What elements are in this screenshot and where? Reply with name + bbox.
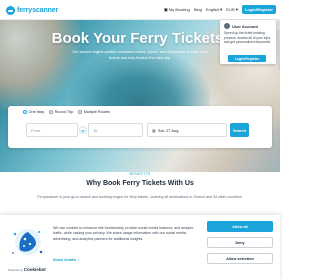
top-nav: ▣ My Booking Blog English ▾ EUR ▾ Login/… bbox=[164, 5, 276, 14]
chevron-down-icon: ▾ bbox=[220, 6, 223, 12]
chevron-down-icon: ▾ bbox=[235, 6, 238, 12]
chevron-right-icon: › bbox=[78, 258, 80, 262]
allow-all-button[interactable]: Allow all bbox=[207, 221, 273, 232]
hero-subtitle: Our search engine quickly compares route… bbox=[72, 50, 208, 60]
calendar-icon: ▦ bbox=[152, 127, 156, 133]
nav-my-booking-label: My Booking bbox=[168, 7, 190, 12]
radio-selected-icon[interactable] bbox=[23, 110, 27, 114]
from-input[interactable]: From bbox=[26, 123, 78, 137]
logo-text: ferryscanner bbox=[17, 6, 59, 14]
user-avatar-icon bbox=[224, 23, 230, 29]
nav-blog[interactable]: Blog bbox=[194, 7, 202, 12]
scrollbar[interactable] bbox=[278, 30, 280, 70]
show-details-link[interactable]: Show details › bbox=[53, 258, 79, 262]
user-account-login-button[interactable]: Login/Register bbox=[228, 55, 266, 62]
trip-type-label: One Way bbox=[28, 110, 45, 114]
site-header: ferryscanner ▣ My Booking Blog English ▾… bbox=[0, 0, 280, 20]
powered-by-cookiebot[interactable]: Powered by Cookiebot bbox=[8, 267, 46, 272]
language-selector[interactable]: English ▾ bbox=[206, 7, 222, 13]
trip-type-multiple-routes[interactable]: Multiple Routes bbox=[78, 110, 110, 114]
trip-type-one-way[interactable]: One Way bbox=[23, 110, 44, 114]
benefits-label: BENEFITS bbox=[129, 172, 151, 176]
user-account-text: Speed up the ticket booking process, acc… bbox=[224, 31, 271, 45]
deny-button[interactable]: Deny bbox=[207, 237, 273, 248]
ticket-icon: ▣ bbox=[163, 6, 168, 12]
radio-icon[interactable] bbox=[49, 110, 54, 114]
currency-label: EUR bbox=[226, 7, 235, 12]
trip-type-label: Multiple Routes bbox=[83, 110, 110, 114]
ferry-logo-icon bbox=[6, 5, 15, 15]
benefits-title: Why Book Ferry Tickets With Us bbox=[86, 180, 194, 187]
logo[interactable]: ferryscanner bbox=[6, 5, 58, 15]
language-label: English bbox=[205, 7, 219, 12]
search-button[interactable]: Search bbox=[230, 123, 249, 137]
powered-by-label: Powered by bbox=[8, 267, 23, 272]
trip-type-label: Round Trip bbox=[54, 110, 74, 114]
user-account-title: User Account bbox=[232, 23, 258, 29]
cookie-text: We use cookies to enhance site functiona… bbox=[53, 226, 194, 241]
user-account-header: User Account bbox=[224, 23, 258, 29]
radio-icon[interactable] bbox=[78, 110, 83, 114]
trip-type-round-trip[interactable]: Round Trip bbox=[49, 110, 73, 114]
date-value: Sat, 27 Aug bbox=[157, 127, 179, 133]
swap-icon[interactable]: ⇄ bbox=[79, 126, 87, 134]
trip-type-options: One Way Round Trip Multiple Routes bbox=[23, 110, 110, 114]
login-register-button[interactable]: Login/Register bbox=[241, 5, 276, 14]
benefits-text: Ferryscanner is your go-to search and bo… bbox=[37, 195, 243, 199]
date-field[interactable]: ▦ Sat, 27 Aug bbox=[147, 123, 227, 137]
cookie-illustration-icon bbox=[12, 229, 43, 255]
to-input[interactable]: To bbox=[88, 123, 143, 137]
cookiebot-logo: Cookiebot bbox=[23, 267, 46, 272]
currency-selector[interactable]: EUR ▾ bbox=[226, 7, 238, 13]
nav-blog-label: Blog bbox=[193, 7, 202, 12]
nav-my-booking[interactable]: ▣ My Booking bbox=[164, 7, 190, 13]
show-details-label: Show details bbox=[53, 258, 77, 262]
allow-selection-button[interactable]: Allow selection bbox=[207, 253, 273, 264]
